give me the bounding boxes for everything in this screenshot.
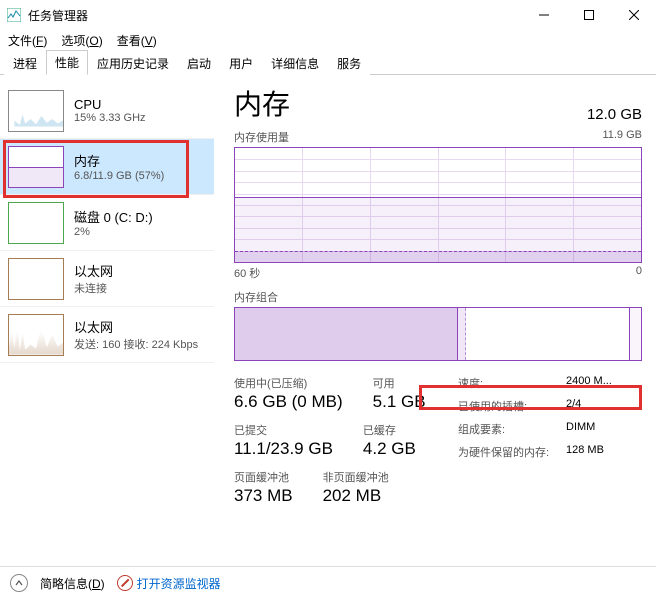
- detail-val-reserved: 128 MB: [566, 444, 604, 460]
- stat-value-committed: 11.1/23.9 GB: [234, 439, 333, 459]
- tab-details[interactable]: 详细信息: [262, 51, 328, 75]
- resource-monitor-label: 打开资源监视器: [137, 575, 221, 592]
- detail-val-form: DIMM: [566, 421, 595, 437]
- stat-label-paged: 页面缓冲池: [234, 469, 293, 485]
- stat-label-cached: 已缓存: [363, 422, 416, 438]
- sidebar-sub-cpu: 15% 3.33 GHz: [74, 112, 146, 124]
- stat-value-paged: 373 MB: [234, 486, 293, 506]
- tab-startup[interactable]: 启动: [178, 51, 220, 75]
- stat-label-available: 可用: [373, 375, 426, 391]
- menu-file[interactable]: 文件(F): [8, 32, 47, 49]
- sidebar-sub-disk: 2%: [74, 226, 153, 238]
- memory-composition-chart[interactable]: [234, 307, 642, 361]
- sidebar-label-eth1: 以太网: [74, 261, 113, 280]
- detail-val-slots: 2/4: [566, 398, 581, 414]
- window-title: 任务管理器: [28, 7, 521, 24]
- page-title: 内存: [234, 83, 290, 123]
- main-panel: 内存 12.0 GB 内存使用量 11.9 GB 60 秒 0 内存组合 使用: [214, 75, 656, 564]
- stat-value-cached: 4.2 GB: [363, 439, 416, 459]
- open-resource-monitor-link[interactable]: 打开资源监视器: [117, 575, 221, 592]
- usage-graph-xleft: 60 秒: [234, 265, 260, 281]
- sidebar-item-ethernet-1[interactable]: 以太网 未连接: [0, 251, 214, 307]
- close-button[interactable]: [611, 0, 656, 30]
- sidebar-sub-eth1: 未连接: [74, 280, 113, 296]
- sidebar-item-disk[interactable]: 磁盘 0 (C: D:) 2%: [0, 195, 214, 251]
- sidebar-item-memory[interactable]: 内存 6.8/11.9 GB (57%): [0, 139, 214, 195]
- fewer-details-link[interactable]: 简略信息(D): [40, 575, 105, 592]
- sidebar-label-cpu: CPU: [74, 97, 146, 112]
- window-controls: [521, 0, 656, 30]
- tab-performance[interactable]: 性能: [46, 50, 88, 75]
- footer: 简略信息(D) 打开资源监视器: [0, 566, 656, 599]
- usage-graph-xright: 0: [636, 265, 642, 281]
- titlebar: 任务管理器: [0, 0, 656, 30]
- chevron-up-icon[interactable]: [10, 574, 28, 592]
- content: CPU 15% 3.33 GHz 内存 6.8/11.9 GB (57%) 磁盘…: [0, 75, 656, 564]
- sidebar-label-eth2: 以太网: [74, 317, 198, 336]
- sidebar-item-cpu[interactable]: CPU 15% 3.33 GHz: [0, 83, 214, 139]
- tab-services[interactable]: 服务: [328, 51, 370, 75]
- menu-view[interactable]: 查看(V): [117, 32, 157, 49]
- stat-label-nonpaged: 非页面缓冲池: [323, 469, 389, 485]
- tabbar: 进程 性能 应用历史记录 启动 用户 详细信息 服务: [0, 51, 656, 75]
- sidebar-label-memory: 内存: [74, 151, 164, 170]
- sidebar-sub-memory: 6.8/11.9 GB (57%): [74, 170, 164, 182]
- sidebar: CPU 15% 3.33 GHz 内存 6.8/11.9 GB (57%) 磁盘…: [0, 75, 214, 564]
- sidebar-item-ethernet-2[interactable]: 以太网 发送: 160 接收: 224 Kbps: [0, 307, 214, 363]
- menubar: 文件(F) 选项(O) 查看(V): [0, 30, 656, 51]
- stats-area: 使用中(已压缩) 6.6 GB (0 MB) 可用 5.1 GB 已提交 11.…: [234, 375, 642, 516]
- memory-usage-chart[interactable]: [234, 147, 642, 263]
- usage-graph-label: 内存使用量: [234, 129, 289, 145]
- composition-label: 内存组合: [234, 289, 642, 305]
- detail-val-speed: 2400 M...: [566, 375, 612, 391]
- tab-users[interactable]: 用户: [220, 51, 262, 75]
- detail-key-reserved: 为硬件保留的内存:: [458, 444, 566, 460]
- stat-value-nonpaged: 202 MB: [323, 486, 389, 506]
- usage-graph-max: 11.9 GB: [602, 129, 642, 145]
- sidebar-label-disk: 磁盘 0 (C: D:): [74, 207, 153, 226]
- tab-processes[interactable]: 进程: [4, 51, 46, 75]
- maximize-button[interactable]: [566, 0, 611, 30]
- memory-thumbnail-chart: [8, 146, 64, 188]
- sidebar-sub-eth2: 发送: 160 接收: 224 Kbps: [74, 336, 198, 352]
- app-icon: [6, 7, 22, 23]
- ethernet1-thumbnail-chart: [8, 258, 64, 300]
- stat-label-inuse: 使用中(已压缩): [234, 375, 343, 391]
- detail-key-speed: 速度:: [458, 375, 566, 391]
- menu-options[interactable]: 选项(O): [61, 32, 102, 49]
- resource-monitor-icon: [117, 575, 133, 591]
- total-memory: 12.0 GB: [587, 106, 642, 123]
- tab-app-history[interactable]: 应用历史记录: [88, 51, 178, 75]
- detail-key-form: 组成要素:: [458, 421, 566, 437]
- disk-thumbnail-chart: [8, 202, 64, 244]
- cpu-thumbnail-chart: [8, 90, 64, 132]
- stat-label-committed: 已提交: [234, 422, 333, 438]
- ethernet2-thumbnail-chart: [8, 314, 64, 356]
- detail-key-slots: 已使用的插槽:: [458, 398, 566, 414]
- minimize-button[interactable]: [521, 0, 566, 30]
- stat-value-inuse: 6.6 GB (0 MB): [234, 392, 343, 412]
- stat-value-available: 5.1 GB: [373, 392, 426, 412]
